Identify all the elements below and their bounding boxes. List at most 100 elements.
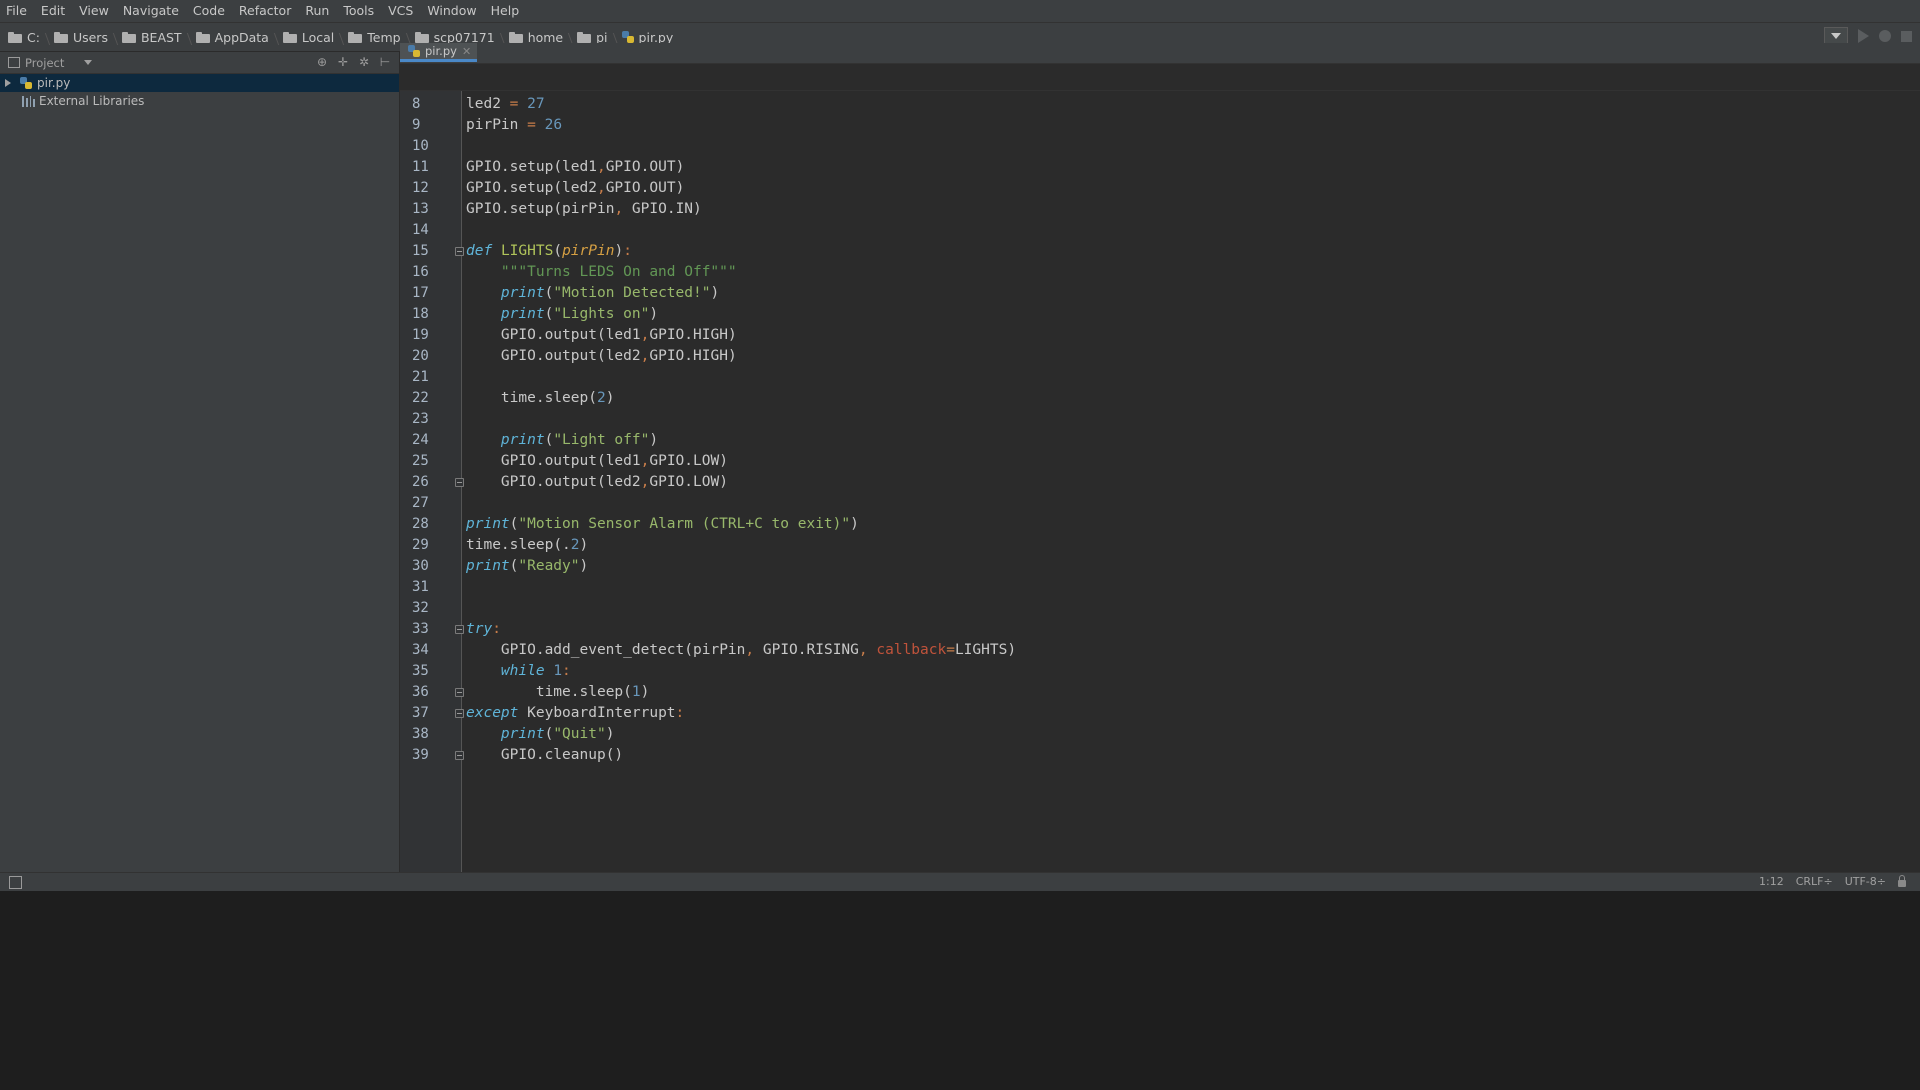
code-line[interactable]: 31 [400, 577, 1920, 598]
code-line[interactable]: 22 time.sleep(2) [400, 388, 1920, 409]
code-line[interactable]: 39 GPIO.cleanup() [400, 745, 1920, 766]
code-line[interactable]: 20 GPIO.output(led2,GPIO.HIGH) [400, 346, 1920, 367]
python-file-icon [408, 44, 421, 58]
fold-marker-icon[interactable] [455, 688, 464, 697]
line-number: 32 [412, 600, 429, 616]
breadcrumb-item[interactable]: Users [46, 30, 114, 45]
breadcrumb-item[interactable]: AppData [188, 30, 275, 45]
code-line[interactable]: 8 led2 = 27 [400, 94, 1920, 115]
code-line[interactable]: 18 print("Lights on") [400, 304, 1920, 325]
code-line[interactable]: 23 [400, 409, 1920, 430]
line-number: 28 [412, 516, 429, 532]
line-number: 14 [412, 222, 429, 238]
folder-icon [121, 31, 136, 43]
code-line[interactable]: 29 time.sleep(.2) [400, 535, 1920, 556]
close-icon[interactable]: ✕ [462, 45, 471, 58]
stop-icon[interactable] [1901, 30, 1912, 42]
menu-item-window[interactable]: Window [420, 0, 483, 22]
debug-icon[interactable] [1879, 30, 1891, 42]
folder-icon [577, 31, 592, 43]
fold-marker-icon[interactable] [455, 709, 464, 718]
code-line[interactable]: 30 print("Ready") [400, 556, 1920, 577]
menu-item-run[interactable]: Run [298, 0, 336, 22]
menu-item-tools[interactable]: Tools [336, 0, 381, 22]
code-line[interactable]: 35 while 1: [400, 661, 1920, 682]
expand-arrow-icon[interactable] [5, 79, 11, 87]
code-line[interactable]: 24 print("Light off") [400, 430, 1920, 451]
menu-item-navigate[interactable]: Navigate [116, 0, 186, 22]
line-number: 15 [412, 243, 429, 259]
code-line[interactable]: 15 def LIGHTS(pirPin): [400, 241, 1920, 262]
breadcrumb-item[interactable]: C: [0, 30, 46, 45]
breadcrumb-item[interactable]: Temp [340, 30, 406, 45]
menu-item-help[interactable]: Help [484, 0, 527, 22]
code-text: """Turns LEDS On and Off""" [466, 264, 737, 280]
code-text: except KeyboardInterrupt: [466, 705, 685, 721]
line-number: 27 [412, 495, 429, 511]
breadcrumb-item[interactable]: BEAST [114, 30, 188, 45]
python-file-icon [20, 76, 33, 90]
menu-item-view[interactable]: View [72, 0, 116, 22]
hide-icon[interactable]: ⊢ [379, 56, 391, 68]
code-line[interactable]: 32 [400, 598, 1920, 619]
code-line[interactable]: 34 GPIO.add_event_detect(pirPin, GPIO.RI… [400, 640, 1920, 661]
menu-item-vcs[interactable]: VCS [381, 0, 420, 22]
breadcrumb-label: AppData [214, 29, 269, 45]
line-separator[interactable]: CRLF÷ [1796, 875, 1833, 888]
code-line[interactable]: 13 GPIO.setup(pirPin, GPIO.IN) [400, 199, 1920, 220]
code-line[interactable]: 26 GPIO.output(led2,GPIO.LOW) [400, 472, 1920, 493]
code-text: time.sleep(1) [535, 684, 650, 700]
code-line[interactable]: 21 [400, 367, 1920, 388]
menu-item-file[interactable]: File [0, 0, 34, 22]
code-line[interactable]: 27 [400, 493, 1920, 514]
code-line[interactable]: 38 print("Quit") [400, 724, 1920, 745]
fold-marker-icon[interactable] [455, 751, 464, 760]
caret-position[interactable]: 1:12 [1759, 875, 1784, 888]
menu-item-edit[interactable]: Edit [34, 0, 72, 22]
menu-item-refactor[interactable]: Refactor [232, 0, 298, 22]
tree-item-pir-py[interactable]: pir.py [0, 74, 399, 92]
breadcrumb-label: BEAST [140, 29, 182, 45]
collapse-icon[interactable]: ✛ [337, 56, 349, 68]
code-line[interactable]: 17 print("Motion Detected!") [400, 283, 1920, 304]
project-panel-title: Project [25, 55, 65, 70]
code-line[interactable]: 19 GPIO.output(led1,GPIO.HIGH) [400, 325, 1920, 346]
code-text: pirPin = 26 [466, 117, 563, 133]
locate-icon[interactable]: ⊕ [316, 56, 328, 68]
library-icon [22, 95, 35, 107]
menu-item-code[interactable]: Code [186, 0, 232, 22]
code-line[interactable]: 16 """Turns LEDS On and Off""" [400, 262, 1920, 283]
code-editor[interactable]: 8 led2 = 27 9 pirPin = 26 10 11 GPIO.setup(led… [400, 64, 1920, 872]
code-text: GPIO.setup(led2,GPIO.OUT) [466, 180, 685, 196]
fold-marker-icon[interactable] [455, 247, 464, 256]
run-icon[interactable] [1858, 29, 1869, 43]
code-line[interactable]: 36 time.sleep(1) [400, 682, 1920, 703]
code-line[interactable]: 9 pirPin = 26 [400, 115, 1920, 136]
code-text: def LIGHTS(pirPin): [466, 243, 632, 259]
status-bar: 1:12 CRLF÷ UTF-8÷ [0, 872, 1920, 891]
code-area[interactable]: 8 led2 = 27 9 pirPin = 26 10 11 GPIO.setup(led… [400, 94, 1920, 766]
tab-pir-py[interactable]: pir.py ✕ [400, 43, 478, 62]
tool-windows-icon[interactable] [9, 875, 22, 889]
code-text: GPIO.cleanup() [500, 747, 624, 763]
code-line[interactable]: 10 [400, 136, 1920, 157]
fold-marker-icon[interactable] [455, 478, 464, 487]
file-encoding[interactable]: UTF-8÷ [1845, 875, 1886, 888]
code-line[interactable]: 37 except KeyboardInterrupt: [400, 703, 1920, 724]
chevron-down-icon[interactable] [84, 60, 93, 65]
tree-item-external-libraries[interactable]: External Libraries [0, 92, 399, 110]
code-line[interactable]: 33 try: [400, 619, 1920, 640]
code-line[interactable]: 25 GPIO.output(led1,GPIO.LOW) [400, 451, 1920, 472]
code-line[interactable]: 12 GPIO.setup(led2,GPIO.OUT) [400, 178, 1920, 199]
fold-marker-icon[interactable] [455, 625, 464, 634]
lock-icon[interactable] [1898, 874, 1906, 887]
breadcrumb-item[interactable]: Local [275, 30, 340, 45]
code-line[interactable]: 14 [400, 220, 1920, 241]
code-line[interactable]: 28 print("Motion Sensor Alarm (CTRL+C to … [400, 514, 1920, 535]
line-number: 24 [412, 432, 429, 448]
code-line[interactable]: 11 GPIO.setup(led1,GPIO.OUT) [400, 157, 1920, 178]
gear-icon[interactable]: ✲ [358, 56, 370, 68]
line-number: 29 [412, 537, 429, 553]
project-panel-header[interactable]: Project ⊕ ✛ ✲ ⊢ [0, 52, 399, 74]
line-number: 13 [412, 201, 429, 217]
